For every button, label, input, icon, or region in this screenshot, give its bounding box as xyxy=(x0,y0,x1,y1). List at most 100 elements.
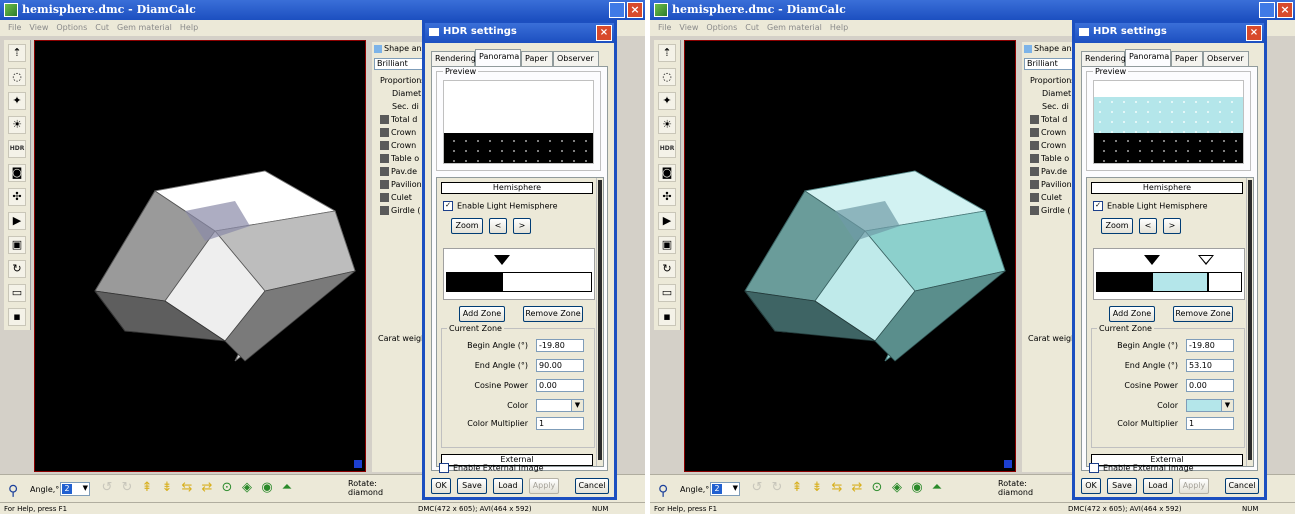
view-top-icon[interactable]: ⊙ xyxy=(868,479,886,497)
zone-segment-cyan[interactable] xyxy=(1152,272,1208,292)
refresh-icon[interactable]: ↻ xyxy=(8,260,26,278)
zone-editor[interactable] xyxy=(443,248,595,300)
tilt-up-icon[interactable]: ⇞ xyxy=(138,479,156,497)
remove-zone-button[interactable]: Remove Zone xyxy=(523,306,583,322)
color-select[interactable]: ▼ xyxy=(536,399,584,412)
tilt-down-icon[interactable]: ⇟ xyxy=(808,479,826,497)
begin-angle-input[interactable]: -19.80 xyxy=(1186,339,1234,352)
zone-begin-marker[interactable] xyxy=(1144,255,1160,265)
menu-gem-material[interactable]: Gem material xyxy=(113,20,176,32)
ok-button[interactable]: OK xyxy=(431,478,451,494)
settings-scrollbar[interactable] xyxy=(596,178,603,466)
settings-scrollbar[interactable] xyxy=(1246,178,1253,466)
gem-icon[interactable]: ✦ xyxy=(658,92,676,110)
prop-girdle[interactable]: Girdle ( xyxy=(1030,206,1070,215)
prop-crown-1[interactable]: Crown xyxy=(380,128,416,137)
settings-scroll-area[interactable]: Hemisphere ✓ Enable Light Hemisphere Zoom… xyxy=(436,177,604,467)
diamond-viewport[interactable] xyxy=(34,40,366,472)
navigate-icon[interactable]: ⇡ xyxy=(8,44,26,62)
enable-external-checkbox[interactable] xyxy=(439,463,449,473)
lock-icon[interactable] xyxy=(380,167,389,176)
enable-external-row[interactable]: Enable External Image xyxy=(439,463,544,473)
save-disk-icon[interactable]: ▪ xyxy=(658,308,676,326)
lock-icon[interactable] xyxy=(380,206,389,215)
add-zone-button[interactable]: Add Zone xyxy=(1109,306,1155,322)
enable-external-row[interactable]: Enable External Image xyxy=(1089,463,1194,473)
dialog-close-button[interactable]: × xyxy=(1246,25,1262,41)
menu-options[interactable]: Options xyxy=(52,20,91,32)
scrollbar-thumb[interactable] xyxy=(1248,180,1252,460)
color-multiplier-input[interactable]: 1 xyxy=(536,417,584,430)
prop-girdle[interactable]: Girdle ( xyxy=(380,206,420,215)
rotate-right-icon[interactable]: ↻ xyxy=(118,479,136,497)
zone-segment-dark[interactable] xyxy=(446,272,502,292)
view-side-icon[interactable]: ⏶ xyxy=(278,479,296,497)
refresh-icon[interactable]: ↻ xyxy=(658,260,676,278)
apply-button[interactable]: Apply xyxy=(529,478,559,494)
tilt-down-icon[interactable]: ⇟ xyxy=(158,479,176,497)
prop-diameter[interactable]: Diamet xyxy=(392,89,421,98)
save-button[interactable]: Save xyxy=(457,478,487,494)
scrollbar-thumb[interactable] xyxy=(598,180,602,460)
save-button[interactable]: Save xyxy=(1107,478,1137,494)
play-icon[interactable]: ▶ xyxy=(8,212,26,230)
open-folder-icon[interactable]: ▭ xyxy=(658,284,676,302)
angle-select[interactable]: 2 ▼ xyxy=(60,482,90,496)
prop-culet[interactable]: Culet xyxy=(380,193,412,202)
tilt-up-icon[interactable]: ⇞ xyxy=(788,479,806,497)
prop-pavilion[interactable]: Pavilion xyxy=(1030,180,1072,189)
load-button[interactable]: Load xyxy=(493,478,523,494)
lock-icon[interactable] xyxy=(1030,167,1039,176)
lock-icon[interactable] xyxy=(1030,141,1039,150)
tab-observer[interactable]: Observer xyxy=(553,51,599,67)
lock-icon[interactable] xyxy=(380,115,389,124)
lock-icon[interactable] xyxy=(380,180,389,189)
flip-left-icon[interactable]: ⇆ xyxy=(828,479,846,497)
prev-zone-button[interactable]: < xyxy=(489,218,507,234)
move-icon[interactable]: ✣ xyxy=(8,188,26,206)
minimize-button[interactable] xyxy=(609,2,625,18)
gem-icon[interactable]: ✦ xyxy=(8,92,26,110)
view-crown-icon[interactable]: ◈ xyxy=(238,479,256,497)
rotate-left-icon[interactable]: ↺ xyxy=(748,479,766,497)
prop-table[interactable]: Table o xyxy=(1030,154,1069,163)
export-icon[interactable]: ▣ xyxy=(8,236,26,254)
save-disk-icon[interactable]: ▪ xyxy=(8,308,26,326)
zoom-icon[interactable]: ⚲ xyxy=(8,483,18,499)
diamond-viewport[interactable] xyxy=(684,40,1016,472)
enable-light-row[interactable]: ✓ Enable Light Hemisphere xyxy=(1093,201,1208,211)
prop-crown-1[interactable]: Crown xyxy=(1030,128,1066,137)
view-top-icon[interactable]: ⊙ xyxy=(218,479,236,497)
view-side-icon[interactable]: ⏶ xyxy=(928,479,946,497)
cosine-power-input[interactable]: 0.00 xyxy=(536,379,584,392)
prop-crown-2[interactable]: Crown xyxy=(380,141,416,150)
enable-light-checkbox[interactable]: ✓ xyxy=(443,201,453,211)
settings-scroll-area[interactable]: Hemisphere ✓ Enable Light Hemisphere Zoom… xyxy=(1086,177,1254,467)
lock-icon[interactable] xyxy=(1030,180,1039,189)
menu-help[interactable]: Help xyxy=(826,20,852,32)
menu-file[interactable]: File xyxy=(650,20,675,32)
hdr-toolbar-button[interactable]: HDR xyxy=(658,140,676,158)
lock-icon[interactable] xyxy=(1030,206,1039,215)
zoom-button[interactable]: Zoom xyxy=(1101,218,1133,234)
cosine-power-input[interactable]: 0.00 xyxy=(1186,379,1234,392)
flip-right-icon[interactable]: ⇄ xyxy=(848,479,866,497)
tab-panorama[interactable]: Panorama xyxy=(1125,49,1171,67)
tab-paper[interactable]: Paper xyxy=(521,51,553,67)
flip-right-icon[interactable]: ⇄ xyxy=(198,479,216,497)
prop-table[interactable]: Table o xyxy=(380,154,419,163)
lock-icon[interactable] xyxy=(380,193,389,202)
remove-zone-button[interactable]: Remove Zone xyxy=(1173,306,1233,322)
zone-end-marker[interactable] xyxy=(1198,255,1214,265)
apply-button[interactable]: Apply xyxy=(1179,478,1209,494)
menu-gem-material[interactable]: Gem material xyxy=(763,20,826,32)
zone-editor[interactable] xyxy=(1093,248,1245,300)
prop-culet[interactable]: Culet xyxy=(1030,193,1062,202)
menu-file[interactable]: File xyxy=(0,20,25,32)
view-crown-icon[interactable]: ◈ xyxy=(888,479,906,497)
open-folder-icon[interactable]: ▭ xyxy=(8,284,26,302)
camera-icon[interactable]: ◙ xyxy=(658,164,676,182)
lock-icon[interactable] xyxy=(380,128,389,137)
magnify-icon[interactable]: ◌ xyxy=(658,68,676,86)
tab-rendering[interactable]: Rendering xyxy=(1081,51,1126,67)
